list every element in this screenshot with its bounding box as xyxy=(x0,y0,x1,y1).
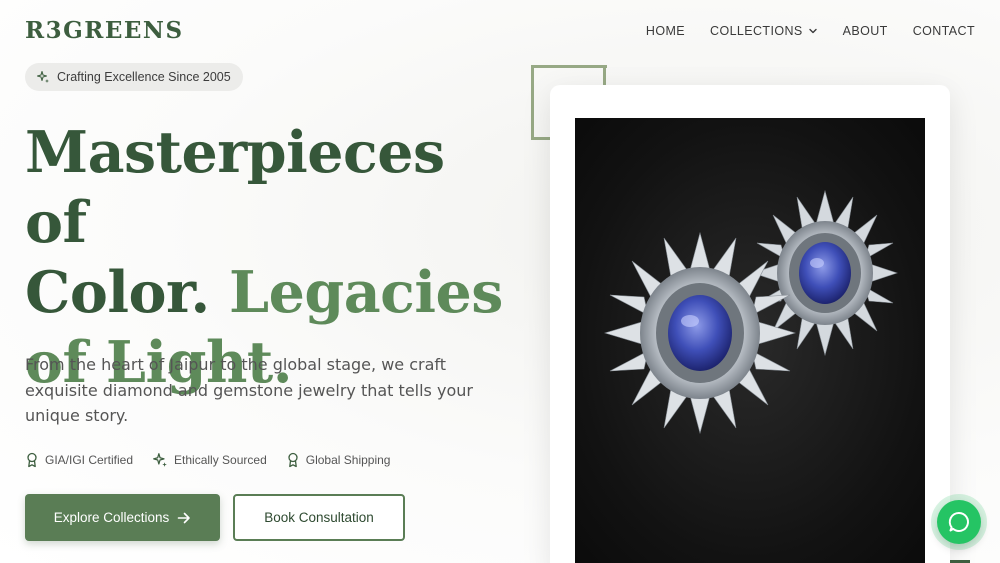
feature-ethical: Ethically Sourced xyxy=(152,452,267,468)
feature-certified: GIA/IGI Certified xyxy=(25,452,133,468)
hero-description: From the heart of Jaipur to the global s… xyxy=(25,355,473,425)
feature-list: GIA/IGI Certified Ethically Sourced Glob… xyxy=(25,452,390,468)
chat-bubble-icon xyxy=(948,511,969,532)
site-header: R3GREENS HOME COLLECTIONS ABOUT CONTACT xyxy=(0,0,1000,64)
badge-text: Crafting Excellence Since 2005 xyxy=(57,70,231,84)
nav-item-about[interactable]: ABOUT xyxy=(843,24,888,38)
arrow-right-icon xyxy=(177,512,191,523)
button-label: Explore Collections xyxy=(53,510,170,525)
explore-collections-button[interactable]: Explore Collections xyxy=(25,494,220,541)
decorative-frame-edge xyxy=(531,137,551,140)
earrings-photo xyxy=(575,118,925,563)
headline-line-1: Masterpieces of xyxy=(25,119,445,256)
award-icon xyxy=(27,452,37,468)
chevron-down-icon xyxy=(808,28,817,34)
nav-label: ABOUT xyxy=(842,24,888,38)
nav-item-home[interactable]: HOME xyxy=(646,24,685,38)
book-consultation-button[interactable]: Book Consultation xyxy=(233,494,405,541)
award-icon xyxy=(288,452,298,468)
feature-shipping: Global Shipping xyxy=(286,452,391,468)
earring-front xyxy=(603,231,797,435)
nav-label: HOME xyxy=(645,24,686,38)
nav-label: COLLECTIONS xyxy=(710,24,803,38)
nav-item-contact[interactable]: CONTACT xyxy=(913,24,975,38)
nav-label: CONTACT xyxy=(912,24,975,38)
feature-label: Global Shipping xyxy=(305,453,391,467)
feature-label: GIA/IGI Certified xyxy=(45,453,134,467)
main-nav: HOME COLLECTIONS ABOUT CONTACT xyxy=(646,24,975,38)
decorative-frame-edge xyxy=(603,65,606,85)
feature-label: Ethically Sourced xyxy=(174,453,267,467)
whatsapp-chat-button[interactable] xyxy=(937,500,981,544)
button-label: Book Consultation xyxy=(264,510,374,525)
heritage-badge: Crafting Excellence Since 2005 xyxy=(25,63,243,91)
sparkles-icon xyxy=(153,453,167,467)
sapphire-diamond-earrings-image xyxy=(603,189,898,435)
brand-logo[interactable]: R3GREENS xyxy=(25,17,184,44)
sparkles-icon xyxy=(36,70,49,83)
nav-item-collections[interactable]: COLLECTIONS xyxy=(710,24,818,38)
headline-line-2-dark: Color. xyxy=(25,259,230,326)
headline-line-2-accent: Legacies xyxy=(229,259,503,326)
